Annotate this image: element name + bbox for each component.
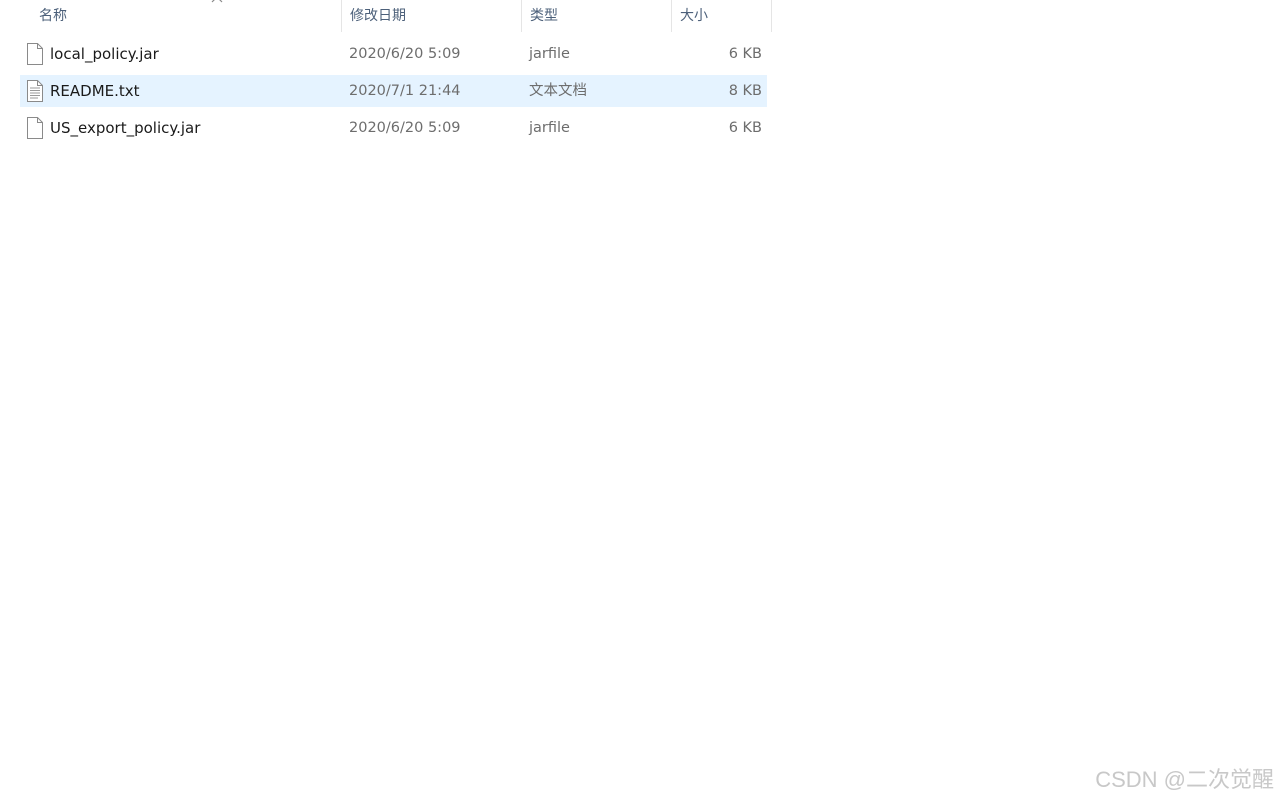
- column-header-row: 名称 修改日期 类型 大小: [0, 0, 772, 32]
- file-date: 2020/7/1 21:44: [349, 83, 461, 99]
- file-type: jarfile: [529, 46, 570, 62]
- chevron-up-icon: [211, 0, 223, 3]
- column-header-size[interactable]: 大小: [672, 0, 772, 32]
- file-size: 6 KB: [728, 120, 762, 136]
- file-date: 2020/6/20 5:09: [349, 46, 461, 62]
- file-date: 2020/6/20 5:09: [349, 120, 461, 136]
- file-name: local_policy.jar: [50, 45, 159, 63]
- column-header-size-label: 大小: [680, 8, 708, 24]
- file-row[interactable]: local_policy.jar 2020/6/20 5:09 jarfile …: [20, 38, 767, 70]
- file-row-selected[interactable]: README.txt 2020/7/1 21:44 文本文档 8 KB: [20, 75, 767, 107]
- watermark: CSDN @二次觉醒: [1095, 767, 1274, 792]
- column-header-date[interactable]: 修改日期: [342, 0, 522, 32]
- file-size: 8 KB: [728, 83, 762, 99]
- text-file-icon: [27, 80, 43, 102]
- file-size: 6 KB: [728, 46, 762, 62]
- column-header-type[interactable]: 类型: [522, 0, 672, 32]
- file-name: US_export_policy.jar: [50, 119, 201, 137]
- column-header-type-label: 类型: [530, 8, 558, 24]
- file-type: 文本文档: [529, 83, 587, 99]
- file-name: README.txt: [50, 82, 140, 100]
- file-row[interactable]: US_export_policy.jar 2020/6/20 5:09 jarf…: [20, 112, 767, 144]
- column-header-name[interactable]: 名称: [31, 0, 342, 32]
- file-list: local_policy.jar 2020/6/20 5:09 jarfile …: [20, 38, 767, 149]
- file-icon: [27, 117, 43, 139]
- column-header-date-label: 修改日期: [350, 8, 406, 24]
- file-explorer: 名称 修改日期 类型 大小 local_policy.jar 2020/6/20…: [0, 0, 1280, 802]
- column-header-name-label: 名称: [39, 8, 67, 24]
- file-icon: [27, 43, 43, 65]
- file-type: jarfile: [529, 120, 570, 136]
